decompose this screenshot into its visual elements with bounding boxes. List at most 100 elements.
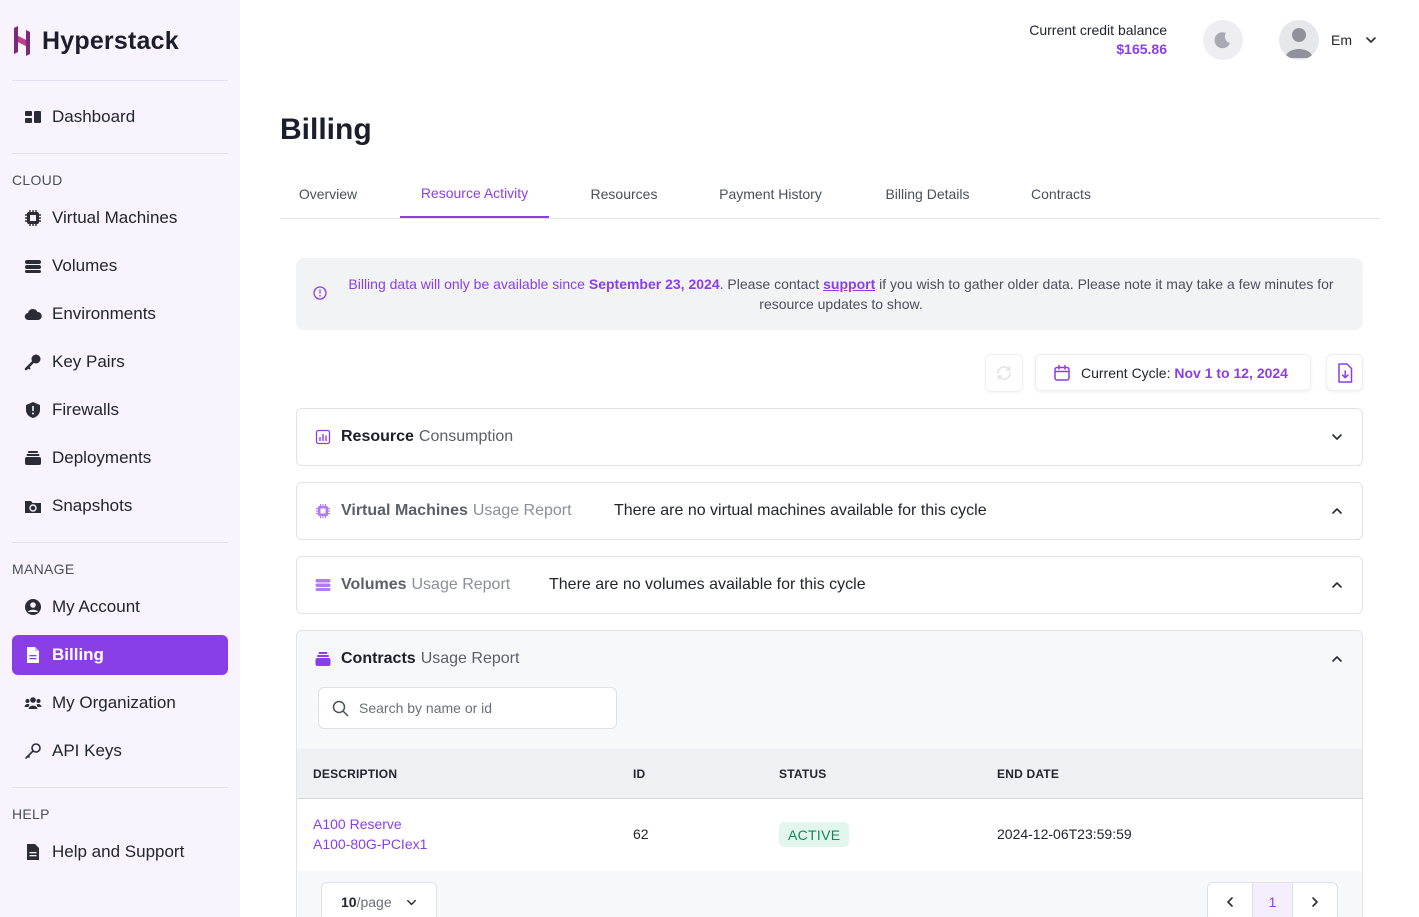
sidebar-item-label: API Keys <box>52 741 122 760</box>
sidebar-item-label: Help and Support <box>52 842 185 861</box>
sidebar-item-my-account[interactable]: My Account <box>12 587 228 627</box>
chevron-up-icon <box>1332 508 1342 514</box>
panel-subtitle: Usage Report <box>420 650 520 667</box>
user-name[interactable]: Em <box>1331 32 1352 48</box>
layers-icon <box>24 449 42 467</box>
chevron-left-icon <box>1227 897 1233 907</box>
panel-title: Volumes <box>341 576 407 593</box>
info-icon <box>313 286 327 300</box>
chevron-down-icon[interactable] <box>1364 33 1378 47</box>
sidebar-item-volumes[interactable]: Volumes <box>12 246 228 286</box>
sidebar-item-billing[interactable]: Billing <box>12 635 228 675</box>
tab-billing-details[interactable]: Billing Details <box>866 170 989 218</box>
moon-icon <box>1214 32 1230 49</box>
sidebar: Hyperstack Dashboard CLOUD Virtual Machi… <box>0 0 240 917</box>
sidebar-item-label: My Organization <box>52 693 176 712</box>
volumes-empty-message: There are no volumes available for this … <box>549 576 866 593</box>
page-size-unit: /page <box>356 894 392 910</box>
contract-name-link[interactable]: A100 Reserve <box>313 816 402 832</box>
sidebar-item-snapshots[interactable]: Snapshots <box>12 486 228 526</box>
logo[interactable]: Hyperstack <box>12 24 179 58</box>
sidebar-item-key-pairs[interactable]: Key Pairs <box>12 342 228 382</box>
database-icon <box>24 257 42 275</box>
vm-usage-header[interactable]: Virtual Machines Usage Report There are … <box>297 483 1362 539</box>
cloud-icon <box>24 305 42 323</box>
document-icon <box>24 843 42 861</box>
contracts-search <box>318 687 617 729</box>
vm-empty-message: There are no virtual machines available … <box>614 502 987 519</box>
notice-date: September 23, 2024 <box>588 276 720 292</box>
panel-title: Resource <box>341 428 414 445</box>
sidebar-item-api-keys[interactable]: API Keys <box>12 731 228 771</box>
sidebar-item-firewalls[interactable]: Firewalls <box>12 390 228 430</box>
sidebar-item-environments[interactable]: Environments <box>12 294 228 334</box>
column-header-end-date[interactable]: END DATE <box>997 767 1059 781</box>
table-row: A100 Reserve A100-80G-PCIex1 62 ACTIVE 2… <box>297 799 1362 871</box>
download-report-button[interactable] <box>1326 354 1363 391</box>
volumes-usage-panel: Volumes Usage Report There are no volume… <box>296 556 1363 614</box>
notice-text-part2: . Please contact <box>719 276 824 292</box>
contracts-usage-panel: Contracts Usage Report DESCRIPTION ID ST… <box>296 630 1363 917</box>
resource-consumption-header[interactable]: Resource Consumption <box>297 409 1362 465</box>
avatar[interactable] <box>1279 20 1319 60</box>
theme-toggle-button[interactable] <box>1203 20 1243 60</box>
support-link[interactable]: support <box>823 276 875 292</box>
sidebar-item-virtual-machines[interactable]: Virtual Machines <box>12 198 228 238</box>
user-circle-icon <box>24 598 42 616</box>
section-label-cloud: CLOUD <box>12 172 63 188</box>
page-number-button[interactable]: 1 <box>1252 883 1293 917</box>
sidebar-item-dashboard[interactable]: Dashboard <box>12 97 228 137</box>
cycle-value: Nov 1 to 12, 2024 <box>1174 364 1288 381</box>
billing-tabs: Overview Resource Activity Resources Pay… <box>280 170 1380 219</box>
key-icon <box>24 353 42 371</box>
sidebar-item-deployments[interactable]: Deployments <box>12 438 228 478</box>
sidebar-item-label: Billing <box>52 645 104 664</box>
cpu-icon <box>315 503 331 519</box>
sidebar-divider <box>12 153 228 154</box>
page-size-select[interactable]: 10/page <box>321 882 437 917</box>
calendar-icon <box>1054 364 1070 381</box>
previous-page-button[interactable] <box>1208 883 1252 917</box>
tab-payment-history[interactable]: Payment History <box>699 170 842 218</box>
contract-detail-link[interactable]: A100-80G-PCIex1 <box>313 836 427 852</box>
contracts-table-header: DESCRIPTION ID STATUS END DATE <box>297 749 1362 799</box>
sidebar-item-label: Virtual Machines <box>52 208 178 227</box>
current-cycle-button[interactable]: Current Cycle: Nov 1 to 12, 2024 <box>1035 354 1311 391</box>
refresh-button[interactable] <box>985 354 1023 392</box>
chevron-up-icon <box>1332 582 1342 588</box>
file-icon <box>24 646 42 664</box>
snapshot-icon <box>24 497 42 515</box>
panel-title: Virtual Machines <box>341 502 468 519</box>
sidebar-item-label: Deployments <box>52 448 152 467</box>
volumes-usage-header[interactable]: Volumes Usage Report There are no volume… <box>297 557 1362 613</box>
page-title: Billing <box>280 113 372 146</box>
sidebar-item-label: Environments <box>52 304 156 323</box>
contracts-usage-header[interactable]: Contracts Usage Report <box>297 631 1362 687</box>
logo-text: Hyperstack <box>42 26 179 55</box>
hyperstack-logo-icon <box>14 26 30 56</box>
column-header-id[interactable]: ID <box>633 767 645 781</box>
cycle-label: Current Cycle: Nov 1 to 12, 2024 <box>1081 365 1288 381</box>
page-size-value: 10 <box>341 894 357 910</box>
tab-overview[interactable]: Overview <box>280 170 376 218</box>
contract-id: 62 <box>633 826 649 842</box>
column-header-description[interactable]: DESCRIPTION <box>313 767 397 781</box>
sidebar-item-help-and-support[interactable]: Help and Support <box>12 832 228 872</box>
contract-end-date: 2024-12-06T23:59:59 <box>997 826 1132 842</box>
tab-contracts[interactable]: Contracts <box>1013 170 1109 218</box>
credit-balance-value: $165.86 <box>1116 41 1167 57</box>
cpu-icon <box>24 209 42 227</box>
status-badge: ACTIVE <box>779 822 850 847</box>
sidebar-divider <box>12 80 228 81</box>
column-header-status[interactable]: STATUS <box>779 767 826 781</box>
next-page-button[interactable] <box>1293 883 1337 917</box>
notice-text: Billing data will only be available sinc… <box>346 274 1336 314</box>
sidebar-item-my-organization[interactable]: My Organization <box>12 683 228 723</box>
shield-icon <box>24 401 42 419</box>
layers-icon <box>315 651 331 667</box>
database-icon <box>315 577 331 593</box>
contracts-search-input[interactable] <box>359 700 599 716</box>
tab-resources[interactable]: Resources <box>573 170 675 218</box>
credit-balance-label: Current credit balance <box>1029 22 1167 38</box>
tab-resource-activity[interactable]: Resource Activity <box>400 170 549 218</box>
